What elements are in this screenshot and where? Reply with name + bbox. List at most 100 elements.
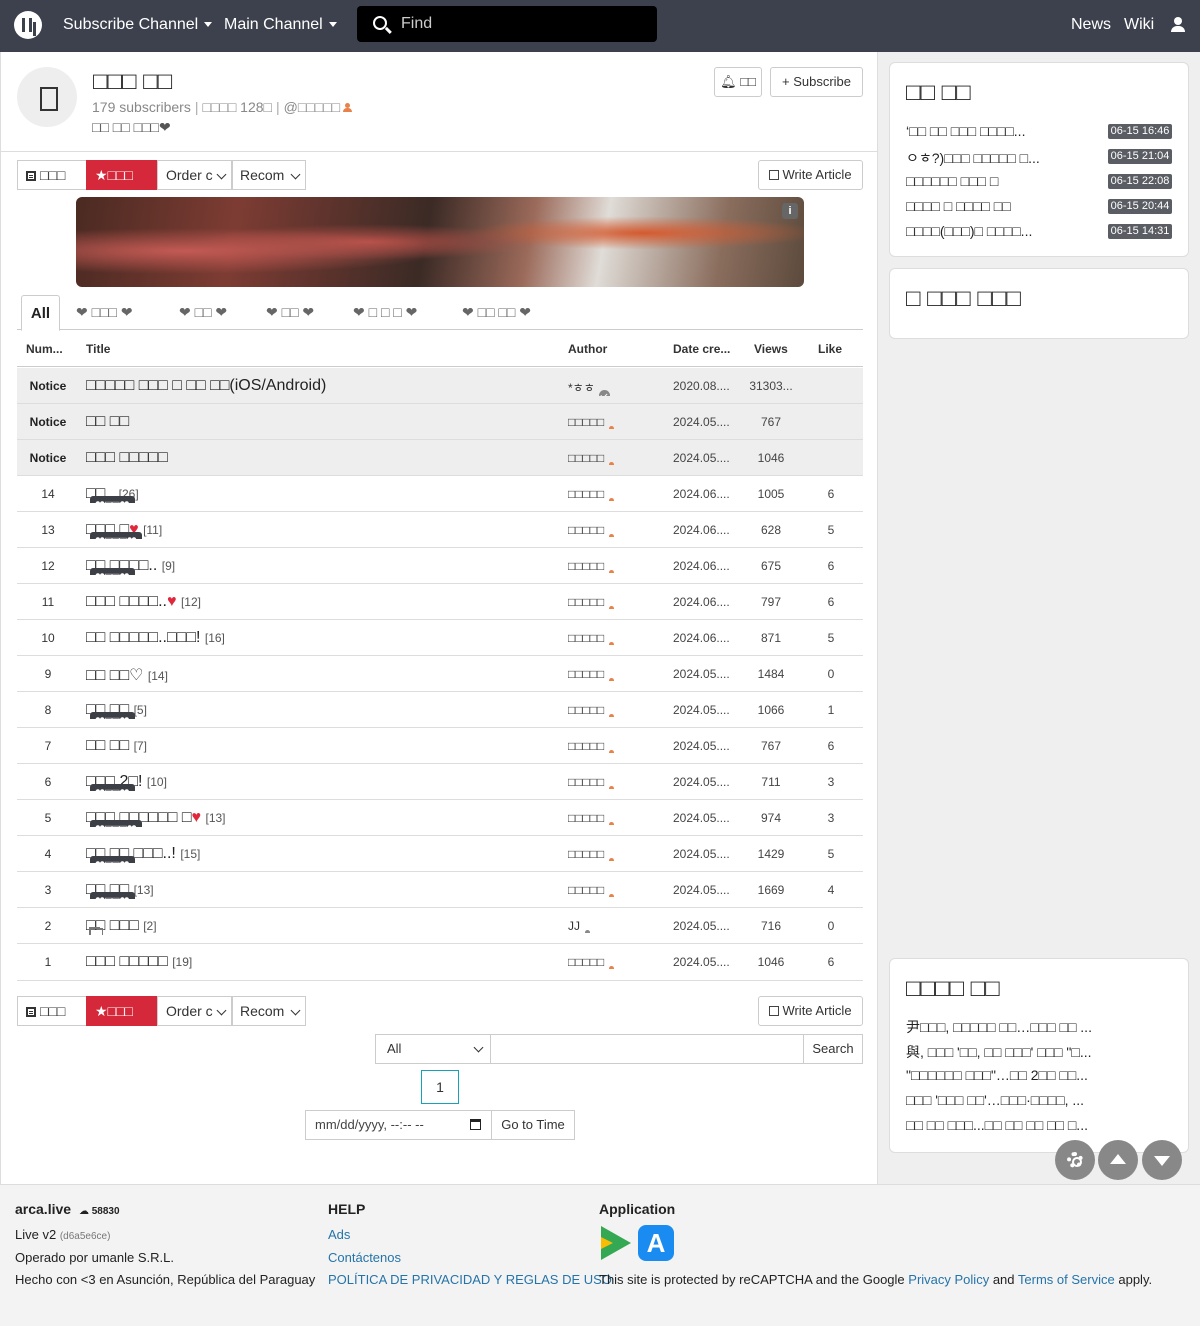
- article-author[interactable]: □□□□□: [568, 595, 658, 609]
- search-input[interactable]: [401, 14, 641, 34]
- article-author[interactable]: □□□□□: [568, 703, 658, 717]
- terms-link[interactable]: Terms of Service: [1018, 1272, 1115, 1287]
- tab-category-1[interactable]: ❤ □□□ ❤: [76, 295, 133, 330]
- article-title-cell[interactable]: ❤□□❤□□ □□□□.. [9]: [86, 557, 556, 575]
- best-articles-button[interactable]: ★□□□: [86, 996, 157, 1026]
- app-store-icon[interactable]: A: [638, 1225, 674, 1261]
- article-row[interactable]: 9 □□ □□♡ [14] □□□□□ 2024.05.... 1484 0: [17, 656, 863, 692]
- page-button-1[interactable]: 1: [421, 1070, 459, 1104]
- sidebar-card-title[interactable]: □ □□□ □□□: [906, 285, 1021, 313]
- notification-button[interactable]: 🔔︎ □□: [714, 67, 762, 97]
- article-author[interactable]: □□□□□: [568, 847, 658, 861]
- article-title-cell[interactable]: ❤□□❤□□ □□ [13]: [86, 881, 556, 899]
- write-article-button[interactable]: Write Article: [758, 160, 863, 190]
- channel-title[interactable]: □□□ □□: [93, 68, 172, 96]
- article-author[interactable]: □□□□□: [568, 739, 658, 753]
- article-row[interactable]: 6 ❤□□❤□□□ 2□! [10] □□□□□ 2024.05.... 711 3: [17, 764, 863, 800]
- article-author[interactable]: □□□□□: [568, 559, 658, 573]
- privacy-policy-link[interactable]: Privacy Policy: [908, 1272, 989, 1287]
- article-row[interactable]: 11 □□□ □□□□..♥ [12] □□□□□ 2024.06.... 797 6: [17, 584, 863, 620]
- article-title-cell[interactable]: □□ □□ [7]: [86, 737, 556, 755]
- article-title[interactable]: □□□ □□□□..: [86, 593, 167, 610]
- article-author[interactable]: □□□□□: [568, 451, 658, 465]
- article-author[interactable]: □□□□□: [568, 667, 658, 681]
- order-select[interactable]: Order c: [157, 160, 232, 190]
- contact-link[interactable]: Contáctenos: [328, 1250, 401, 1265]
- article-row[interactable]: 2 □□ □□□ [2] JJ 2024.05.... 716 0: [17, 908, 863, 944]
- article-author[interactable]: □□□□□: [568, 775, 658, 789]
- article-title-cell[interactable]: ❤□□□❤□□□ □□□□□□ □♥ [13]: [86, 809, 556, 827]
- news-link[interactable]: □□ □□ □□□...□□ □□ □□ □□ □...: [906, 1117, 1164, 1133]
- article-title-cell[interactable]: □□ □□: [86, 413, 556, 431]
- article-row[interactable]: 4 ❤□□❤□□ □□ □□□..! [15] □□□□□ 2024.05.... 14…: [17, 836, 863, 872]
- ads-link[interactable]: Ads: [328, 1227, 350, 1242]
- article-title-cell[interactable]: □□□ □□□□□ [19]: [86, 953, 556, 971]
- article-title-cell[interactable]: ❤□□❤□□.. [26]: [86, 485, 556, 503]
- wiki-link[interactable]: Wiki: [1124, 16, 1154, 34]
- sidebar-post-link[interactable]: □□□□ □ □□□□ □□: [906, 198, 1076, 214]
- article-title-cell[interactable]: ❤□□❤□□□ 2□! [10]: [86, 773, 556, 791]
- article-title-cell[interactable]: □□ □□□□□..□□□! [16]: [86, 629, 556, 647]
- article-author[interactable]: □□□□□: [568, 631, 658, 645]
- notice-row[interactable]: Notice □□ □□ □□□□□ 2024.05.... 767: [17, 404, 863, 440]
- sidebar-post-link[interactable]: □□□□□□ □□□ □: [906, 173, 1076, 189]
- settings-button[interactable]: [1055, 1140, 1095, 1180]
- article-title-cell[interactable]: □□□ □□□□..♥ [12]: [86, 593, 556, 611]
- article-title[interactable]: □□□ □□□□□: [86, 449, 168, 466]
- article-row[interactable]: 3 ❤□□❤□□ □□ [13] □□□□□ 2024.05.... 1669 4: [17, 872, 863, 908]
- order-select[interactable]: Order c: [157, 996, 232, 1026]
- article-title-cell[interactable]: □□ □□♡ [14]: [86, 665, 556, 685]
- tab-category-2[interactable]: ❤ □□ ❤: [179, 295, 227, 330]
- article-row[interactable]: 7 □□ □□ [7] □□□□□ 2024.05.... 767 6: [17, 728, 863, 764]
- article-author[interactable]: □□□□□: [568, 523, 658, 537]
- search-button[interactable]: Search: [803, 1034, 863, 1064]
- search-target-select[interactable]: All: [375, 1034, 491, 1064]
- news-link[interactable]: "□□□□□□ □□□"…□□ 2□□ □□...: [906, 1067, 1164, 1083]
- sidebar-post-link[interactable]: □□□□(□□□)□ □□□□...: [906, 223, 1076, 239]
- article-row[interactable]: 10 □□ □□□□□..□□□! [16] □□□□□ 2024.06.... 871…: [17, 620, 863, 656]
- article-title[interactable]: □□ □□♡: [86, 667, 143, 684]
- google-play-icon[interactable]: [601, 1226, 631, 1260]
- article-author[interactable]: JJ: [568, 919, 658, 933]
- all-articles-button[interactable]: □□□: [17, 160, 87, 190]
- article-author[interactable]: □□□□□: [568, 883, 658, 897]
- article-title-cell[interactable]: □□ □□□ [2]: [86, 917, 556, 935]
- news-link[interactable]: 尹□□□, □□□□□ □□…□□□ □□ ...: [906, 1017, 1164, 1037]
- datetime-input[interactable]: mm/dd/yyyy, --:-- --: [305, 1110, 492, 1140]
- recommend-select[interactable]: Recom: [232, 996, 306, 1026]
- article-row[interactable]: 13 ❤□□□❤□□□ □♥ [11] □□□□□ 2024.06.... 628 5: [17, 512, 863, 548]
- article-row[interactable]: 5 ❤□□□❤□□□ □□□□□□ □♥ [13] □□□□□ 2024.05....…: [17, 800, 863, 836]
- subscribe-button[interactable]: + Subscribe: [770, 67, 863, 97]
- notice-row[interactable]: Notice □□□ □□□□□ □□□□□ 2024.05.... 1046: [17, 440, 863, 476]
- article-title[interactable]: □□ □□: [86, 413, 129, 430]
- tab-category-5[interactable]: ❤ □□ □□ ❤: [462, 295, 531, 330]
- tab-category-3[interactable]: ❤ □□ ❤: [266, 295, 314, 330]
- article-title[interactable]: □□□□□ □□□ □ □□ □□(iOS/Android): [86, 377, 326, 394]
- recommend-select[interactable]: Recom: [232, 160, 306, 190]
- write-article-button[interactable]: Write Article: [758, 996, 863, 1026]
- channel-handle[interactable]: @□□□□□: [284, 99, 341, 115]
- article-row[interactable]: 12 ❤□□❤□□ □□□□.. [9] □□□□□ 2024.06.... 675 6: [17, 548, 863, 584]
- article-row[interactable]: 8 ❤□□❤□□ □□ [5] □□□□□ 2024.05.... 1066 1: [17, 692, 863, 728]
- sidebar-post-link[interactable]: ㅇㅎ?)□□□ □□□□□ □...: [906, 148, 1076, 168]
- tab-all[interactable]: All: [21, 295, 60, 331]
- news-link[interactable]: □□□ '□□□ □□'…□□□·□□□□, ...: [906, 1092, 1164, 1108]
- article-title-cell[interactable]: ❤□□❤□□ □□ [5]: [86, 701, 556, 719]
- article-author[interactable]: *ㅎㅎ: [568, 379, 658, 396]
- arca-logo-icon[interactable]: [14, 11, 42, 39]
- tab-category-4[interactable]: ❤ □ □ □ ❤: [353, 295, 417, 330]
- scroll-top-button[interactable]: [1098, 1140, 1138, 1180]
- subscribe-channel-dropdown[interactable]: Subscribe Channel: [63, 16, 213, 34]
- sidebar-post-link[interactable]: ‘□□ □□ □□□ □□□□...: [906, 123, 1076, 139]
- article-row[interactable]: 1 □□□ □□□□□ [19] □□□□□ 2024.05.... 1046 6: [17, 944, 863, 981]
- article-search-input[interactable]: [490, 1034, 804, 1064]
- article-author[interactable]: □□□□□: [568, 811, 658, 825]
- info-icon[interactable]: i: [782, 203, 798, 219]
- user-icon[interactable]: [1171, 17, 1185, 33]
- main-channel-dropdown[interactable]: Main Channel: [224, 16, 337, 34]
- article-title[interactable]: □□□ □□□□□: [86, 953, 168, 970]
- article-row[interactable]: 14 ❤□□❤□□.. [26] □□□□□ 2024.06.... 1005 6: [17, 476, 863, 512]
- article-author[interactable]: □□□□□: [568, 415, 658, 429]
- article-title-cell[interactable]: □□□□□ □□□ □ □□ □□(iOS/Android): [86, 377, 556, 395]
- article-author[interactable]: □□□□□: [568, 487, 658, 501]
